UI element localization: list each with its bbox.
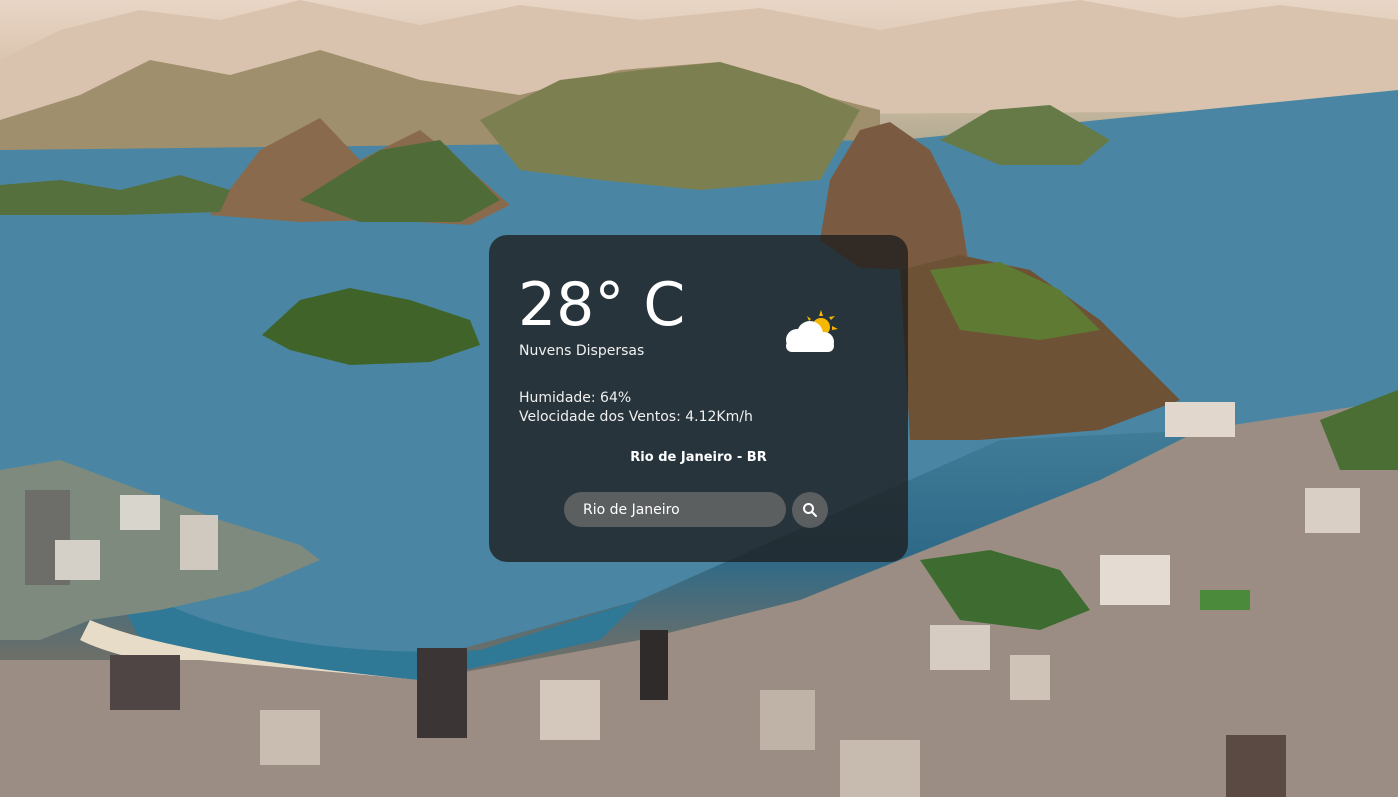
scattered-clouds-icon	[786, 310, 838, 352]
weather-description: Nuvens Dispersas	[519, 343, 645, 359]
location-label: Rio de Janeiro - BR	[630, 450, 767, 465]
search-button[interactable]	[792, 492, 828, 528]
wind-speed-text: Velocidade dos Ventos: 4.12Km/h	[519, 409, 753, 425]
city-search-input[interactable]	[564, 492, 786, 527]
search-icon	[803, 503, 817, 517]
temperature: 28° C	[518, 270, 686, 340]
weather-card: 28° C Nuvens Dispersas Humidade: 64% Vel…	[489, 235, 908, 562]
humidity-text: Humidade: 64%	[519, 390, 632, 406]
